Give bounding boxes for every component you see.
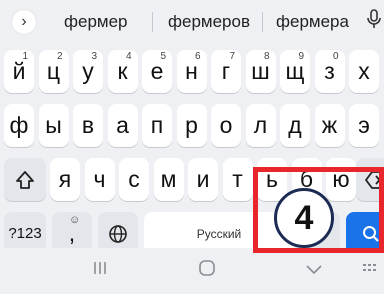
key-label: м: [160, 166, 177, 192]
key-я[interactable]: я: [50, 158, 80, 201]
key-label: ч: [93, 166, 106, 192]
key-label: х: [358, 58, 370, 84]
key-label: ж: [321, 112, 338, 138]
key-label: о: [219, 112, 233, 138]
microphone-icon[interactable]: [366, 9, 382, 34]
key-label: у: [82, 58, 94, 84]
key-label: а: [116, 112, 129, 138]
key-hint: 9: [298, 51, 304, 62]
key-label: в: [81, 112, 95, 138]
key-hint: 4: [125, 51, 132, 62]
chevron-right-icon[interactable]: ›: [12, 10, 36, 34]
key-label: п: [150, 112, 164, 138]
divider: [262, 12, 263, 32]
suggestion-strip: › фермер фермеров фермера: [0, 0, 384, 44]
key-ц[interactable]: ц2: [38, 50, 69, 93]
back-icon[interactable]: [305, 259, 323, 282]
key-label: ц: [46, 58, 61, 84]
key-label: р: [185, 112, 198, 138]
key-ф[interactable]: ф: [4, 104, 34, 147]
keyboard-hide-icon[interactable]: [362, 259, 380, 282]
key-label: й: [12, 58, 26, 84]
key-label: з: [324, 58, 335, 84]
key-ш[interactable]: ш8: [245, 50, 276, 93]
key-н[interactable]: н6: [176, 50, 207, 93]
key-т[interactable]: т: [222, 158, 253, 201]
key-label: и: [196, 166, 210, 192]
home-icon[interactable]: [198, 259, 216, 283]
key-с[interactable]: с: [119, 158, 149, 201]
step-number-badge: 4: [274, 188, 334, 248]
key-х[interactable]: х: [349, 50, 379, 93]
navigation-bar: [0, 248, 384, 294]
key-й[interactable]: й1: [4, 50, 34, 93]
key-о[interactable]: о: [211, 104, 241, 147]
shift-icon[interactable]: [4, 158, 46, 201]
key-label: ы: [45, 112, 62, 138]
key-label: я: [58, 166, 72, 192]
key-ж[interactable]: ж: [314, 104, 345, 147]
suggestion-1[interactable]: фермер: [64, 12, 128, 32]
key-hint: 1: [22, 51, 28, 62]
key-label: т: [232, 166, 243, 192]
key-label: ш: [251, 58, 270, 84]
key-и[interactable]: и: [188, 158, 218, 201]
key-hint: 5: [160, 51, 166, 62]
key-п[interactable]: п: [142, 104, 172, 147]
key-label: щ: [285, 58, 305, 84]
key-label: э: [358, 112, 370, 138]
key-label: л: [253, 112, 268, 138]
key-label: н: [185, 58, 198, 84]
key-л[interactable]: л: [245, 104, 276, 147]
key-hint: 2: [56, 51, 63, 62]
key-р[interactable]: р: [176, 104, 207, 147]
key-label: с: [128, 166, 140, 192]
key-м[interactable]: м: [153, 158, 184, 201]
key-а[interactable]: а: [107, 104, 138, 147]
recents-icon[interactable]: [92, 259, 108, 282]
suggestion-3[interactable]: фермера: [276, 12, 349, 32]
key-hint: 3: [91, 51, 97, 62]
key-е[interactable]: е5: [142, 50, 172, 93]
emoji-hint: ☺: [69, 214, 81, 226]
key-label: г: [221, 58, 231, 84]
key-hint: 7: [229, 51, 235, 62]
key-ы[interactable]: ы: [38, 104, 69, 147]
key-hint: 6: [194, 51, 201, 62]
divider: [152, 12, 153, 32]
key-label: ф: [9, 112, 29, 138]
suggestion-2[interactable]: фермеров: [168, 12, 250, 32]
key-у[interactable]: у3: [73, 50, 103, 93]
key-з[interactable]: з0: [314, 50, 345, 93]
key-hint: 0: [332, 51, 339, 62]
key-label: е: [150, 58, 164, 84]
key-в[interactable]: в: [73, 104, 103, 147]
key-label: к: [117, 58, 128, 84]
key-д[interactable]: д: [280, 104, 310, 147]
key-hint: 8: [263, 51, 270, 62]
key-к[interactable]: к4: [107, 50, 138, 93]
key-щ[interactable]: щ9: [280, 50, 310, 93]
key-г[interactable]: г7: [211, 50, 241, 93]
key-ч[interactable]: ч: [84, 158, 115, 201]
key-label: д: [288, 112, 302, 138]
key-э[interactable]: э: [349, 104, 379, 147]
